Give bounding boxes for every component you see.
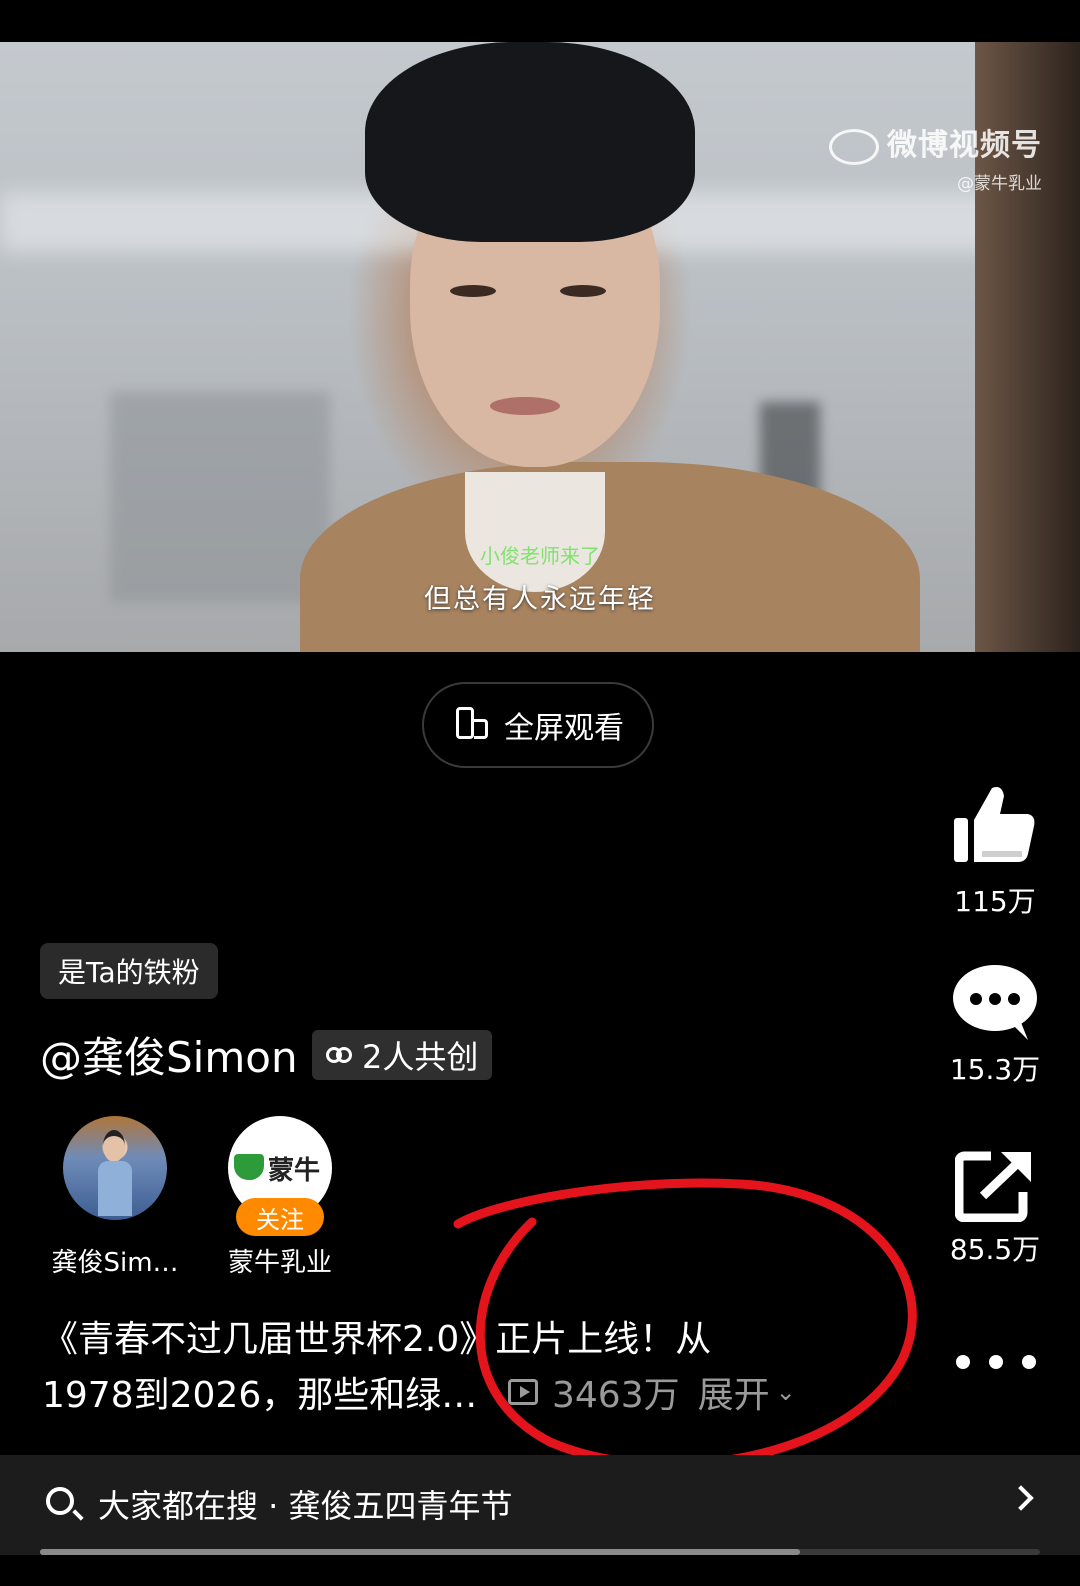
video-description-line2[interactable]: 1978到2026，那些和绿… [42, 1366, 477, 1418]
rotate-phone-icon [452, 707, 492, 743]
person-eye [450, 285, 496, 297]
like-count: 115万 [954, 885, 1036, 918]
share-count: 85.5万 [949, 1233, 1041, 1266]
fan-badge[interactable]: 是Ta的铁粉 [40, 943, 218, 999]
more-dot-icon [1022, 1355, 1036, 1369]
cocreate-label: 2人共创 [362, 1038, 479, 1076]
cocreate-badge[interactable]: 2人共创 [312, 1030, 493, 1080]
more-options-button[interactable] [956, 1350, 1036, 1374]
fullscreen-button[interactable]: 全屏观看 [422, 682, 654, 768]
playback-progress-bar[interactable] [40, 1549, 1040, 1555]
thumbs-up-icon [950, 784, 1040, 874]
video-player[interactable]: 微博视频号 @蒙牛乳业 小俊老师来了 但总有人永远年轻 [0, 42, 1080, 652]
person-eye [560, 285, 606, 297]
cocreate-icon [326, 1045, 356, 1065]
more-dot-icon [956, 1355, 970, 1369]
share-icon [940, 1148, 1050, 1222]
play-count-icon [508, 1379, 538, 1405]
video-description[interactable]: 《青春不过几届世界杯2.0》正片上线！从 [42, 1310, 711, 1362]
person-collar [465, 472, 605, 592]
brand-logo-text: 蒙牛 [268, 1156, 321, 1186]
chevron-right-icon [1008, 1485, 1034, 1511]
view-count: 3463万 展开 ⌄ [508, 1366, 796, 1418]
weibo-logo-icon [829, 128, 879, 165]
search-suggestion-text: 大家都在搜 · 龚俊五四青年节 [98, 1487, 513, 1525]
subtitle-line: 但总有人永远年轻 [424, 584, 656, 615]
brand-name[interactable]: 蒙牛乳业 [200, 1242, 360, 1279]
like-button[interactable]: 115万 [940, 784, 1050, 920]
fullscreen-label: 全屏观看 [504, 711, 624, 746]
watermark-title: 微博视频号 [887, 128, 1042, 163]
author-name[interactable]: @龚俊Simon [40, 1024, 298, 1085]
creator-avatar[interactable] [63, 1116, 167, 1220]
weibo-watermark: 微博视频号 @蒙牛乳业 [829, 120, 1042, 194]
playback-progress-fill [40, 1549, 800, 1555]
creator-name[interactable]: 龚俊Sim… [35, 1242, 195, 1279]
background-window [110, 392, 330, 602]
expand-button[interactable]: 展开 [698, 1366, 770, 1418]
comment-count: 15.3万 [949, 1053, 1041, 1086]
follow-button[interactable]: 关注 [236, 1198, 324, 1236]
comment-bubble-icon [940, 962, 1050, 1042]
search-suggestion-bar[interactable]: 大家都在搜 · 龚俊五四青年节 [0, 1455, 1080, 1555]
search-icon [46, 1487, 74, 1515]
watermark-account: @蒙牛乳业 [957, 173, 1042, 194]
mengniu-logo-icon [234, 1154, 264, 1180]
share-button[interactable]: 85.5万 [940, 1148, 1050, 1268]
comment-button[interactable]: 15.3万 [940, 962, 1050, 1088]
chevron-down-icon: ⌄ [775, 1378, 796, 1406]
view-count-value: 3463万 [552, 1375, 680, 1416]
person-hair [365, 42, 695, 242]
person-mouth [490, 397, 560, 415]
more-dot-icon [989, 1355, 1003, 1369]
subtitle-credit: 小俊老师来了 [480, 544, 600, 568]
